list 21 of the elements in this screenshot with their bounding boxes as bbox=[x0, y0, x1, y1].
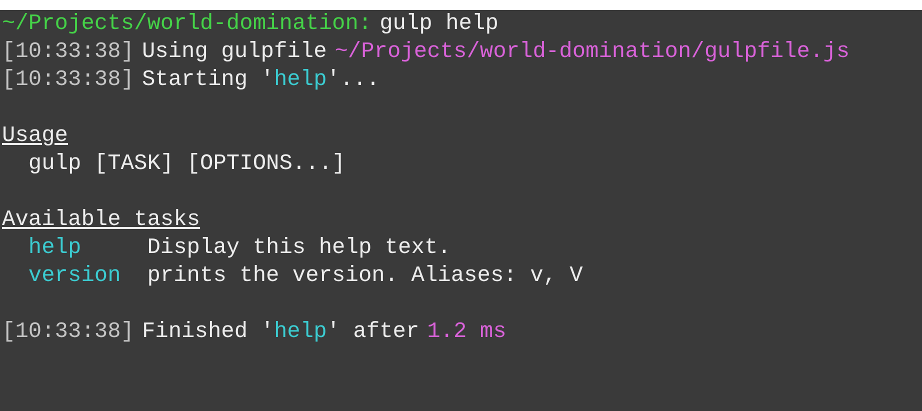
output-text: gulp [TASK] [OPTIONS...] bbox=[28, 150, 346, 178]
task-name: help bbox=[28, 234, 82, 262]
timestamp: [10:33:38] bbox=[2, 66, 134, 94]
task-name: help bbox=[274, 66, 327, 94]
output-text: Starting ' bbox=[142, 66, 274, 94]
task-name: help bbox=[274, 318, 327, 346]
output-text: ' after bbox=[326, 318, 420, 346]
output-text: Using gulpfile bbox=[142, 38, 327, 66]
timestamp: [10:33:38] bbox=[2, 318, 134, 346]
timestamp: [10:33:38] bbox=[2, 38, 134, 66]
prompt-path: ~/Projects/world-domination: bbox=[2, 10, 372, 38]
output-text: Display this help text. bbox=[147, 234, 451, 262]
output-text: Finished ' bbox=[142, 318, 274, 346]
output-text: '... bbox=[326, 66, 380, 94]
output-text: gulp help bbox=[380, 10, 498, 38]
file-path: ~/Projects/world-domination/gulpfile.js bbox=[334, 38, 850, 66]
task-name: version bbox=[28, 262, 122, 290]
section-heading: Usage bbox=[2, 122, 68, 150]
section-heading: Available tasks bbox=[2, 206, 200, 234]
output-text: prints the version. Aliases: v, V bbox=[147, 262, 583, 290]
duration-text: 1.2 ms bbox=[427, 318, 506, 346]
